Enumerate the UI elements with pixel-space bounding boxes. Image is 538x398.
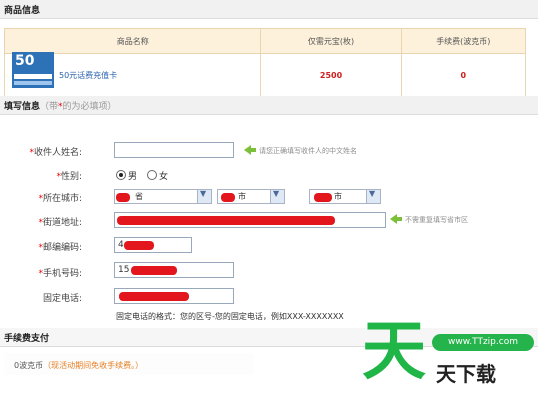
note-post: 的为必填项）: [62, 102, 117, 112]
gender-female-label: 女: [159, 172, 169, 182]
hint-arrow-tail: [396, 217, 402, 221]
goods-name-header: 商品名称: [3, 28, 262, 54]
gender-male-radio[interactable]: [116, 170, 126, 180]
street-hint: 不需重复填写省市区: [405, 216, 468, 224]
name-hint: 请您正确填写收件人的中文姓名: [259, 147, 357, 155]
goods-fee-header: 手续费(波克币): [400, 28, 527, 54]
chevron-down-icon[interactable]: ▼: [270, 189, 284, 203]
chevron-down-icon[interactable]: ▼: [197, 189, 211, 203]
goods-price-header: 仅需元宝(枚): [260, 28, 402, 54]
province-select[interactable]: 省 ▼: [114, 189, 212, 204]
redaction-mark: [314, 193, 332, 202]
goods-fee: 0: [460, 70, 467, 80]
goods-name-link[interactable]: 50元话费充值卡: [59, 71, 117, 80]
goods-section-header: 商品信息: [0, 0, 538, 19]
table-row: 50元话费充值卡 2500 0: [3, 53, 527, 97]
note-pre: （带: [40, 102, 59, 112]
fill-section-header: 填写信息（带*的为必填项）: [0, 96, 538, 115]
city-select[interactable]: 市 ▼: [217, 189, 285, 204]
redaction-mark: [131, 266, 177, 275]
zip-value: 4: [118, 240, 124, 250]
mobile-input[interactable]: 15: [114, 262, 234, 278]
district-value: 市: [334, 192, 342, 201]
chevron-down-icon[interactable]: ▼: [366, 189, 380, 203]
redaction-mark: [116, 193, 130, 202]
hint-arrow-tail: [250, 148, 256, 152]
thumbnail-amount: 50: [15, 53, 35, 69]
goods-price: 2500: [319, 70, 343, 80]
zip-input[interactable]: 4: [114, 237, 192, 253]
name-label: *收件人姓名:: [29, 148, 82, 158]
phone-format-hint: 固定电话的格式：您的区号-您的固定电话，例如XXX-XXXXXXX: [116, 312, 344, 321]
street-input[interactable]: [114, 212, 386, 228]
goods-table: 商品名称 仅需元宝(枚) 手续费(波克币) 50元话费充值卡 2500 0: [3, 28, 527, 97]
province-value: 省: [135, 192, 143, 201]
redaction-mark: [119, 292, 189, 301]
phone-input[interactable]: [114, 288, 234, 304]
fill-title-text: 填写信息: [4, 102, 41, 112]
fee-info: 0波克币（现活动期间免收手续费。）: [14, 360, 143, 371]
thumbnail-decoration: [14, 74, 52, 79]
street-label: *街道地址:: [38, 218, 82, 228]
required-note: （带*的为必填项）: [40, 102, 117, 112]
district-select[interactable]: 市 ▼: [309, 189, 381, 204]
city-label: *所在城市:: [38, 194, 82, 204]
redaction-mark: [117, 216, 335, 225]
fee-note: （现活动期间免收手续费。）: [43, 361, 144, 370]
mobile-value: 15: [118, 265, 130, 275]
goods-table-header-row: 商品名称 仅需元宝(枚) 手续费(波克币): [3, 28, 527, 54]
redaction-mark: [124, 241, 154, 250]
name-input[interactable]: [114, 142, 234, 158]
redaction-mark: [221, 193, 235, 202]
zip-label: *邮编编码:: [38, 243, 82, 253]
watermark-text: 天下载: [436, 362, 496, 386]
gender-female-radio[interactable]: [147, 170, 157, 180]
gender-male-label: 男: [128, 172, 138, 182]
phone-label: 固定电话:: [42, 294, 82, 304]
goods-thumbnail[interactable]: 50: [12, 52, 54, 88]
watermark-logo: 天: [362, 315, 426, 389]
watermark-url: www.TTzip.com: [432, 334, 534, 351]
mobile-label: *手机号码:: [38, 269, 82, 279]
fee-section-title: 手续费支付: [4, 334, 50, 344]
gender-label: *性别:: [56, 172, 82, 182]
fee-amount: 0波克币: [14, 361, 44, 370]
fill-section-title: 填写信息（带*的为必填项）: [4, 99, 117, 112]
city-value: 市: [238, 192, 246, 201]
thumbnail-decoration-2: [14, 81, 52, 85]
goods-section-title: 商品信息: [4, 6, 41, 16]
